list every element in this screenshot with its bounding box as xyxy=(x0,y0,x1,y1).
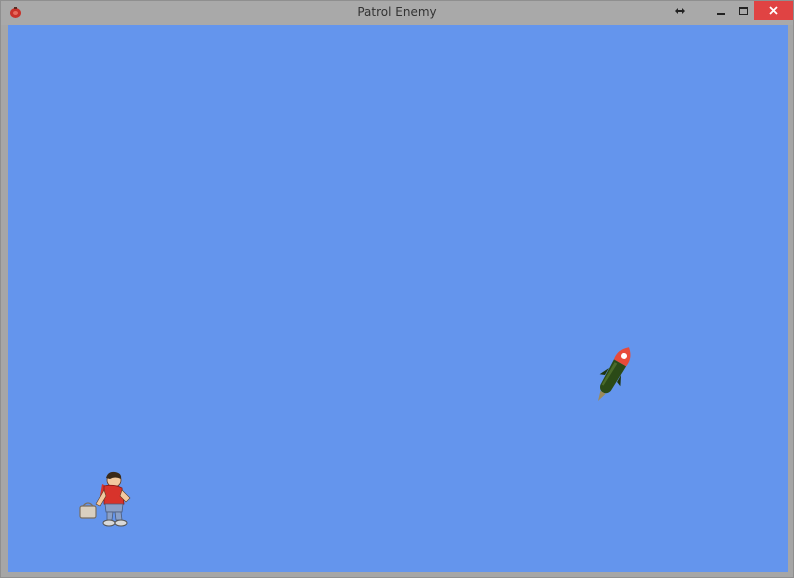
game-canvas[interactable] xyxy=(8,25,788,572)
minimize-button[interactable] xyxy=(710,1,732,20)
boy-player-sprite xyxy=(79,471,131,527)
resize-arrows-icon[interactable] xyxy=(669,1,691,20)
maximize-icon xyxy=(738,6,748,15)
game-window: Patrol Enemy xyxy=(0,0,794,578)
close-icon xyxy=(769,6,778,15)
minimize-icon xyxy=(717,12,725,15)
title-bar[interactable]: Patrol Enemy xyxy=(1,1,793,25)
app-icon xyxy=(10,7,21,18)
maximize-button[interactable] xyxy=(732,1,754,20)
close-button[interactable] xyxy=(754,1,793,20)
rocket-enemy-sprite xyxy=(598,347,631,401)
